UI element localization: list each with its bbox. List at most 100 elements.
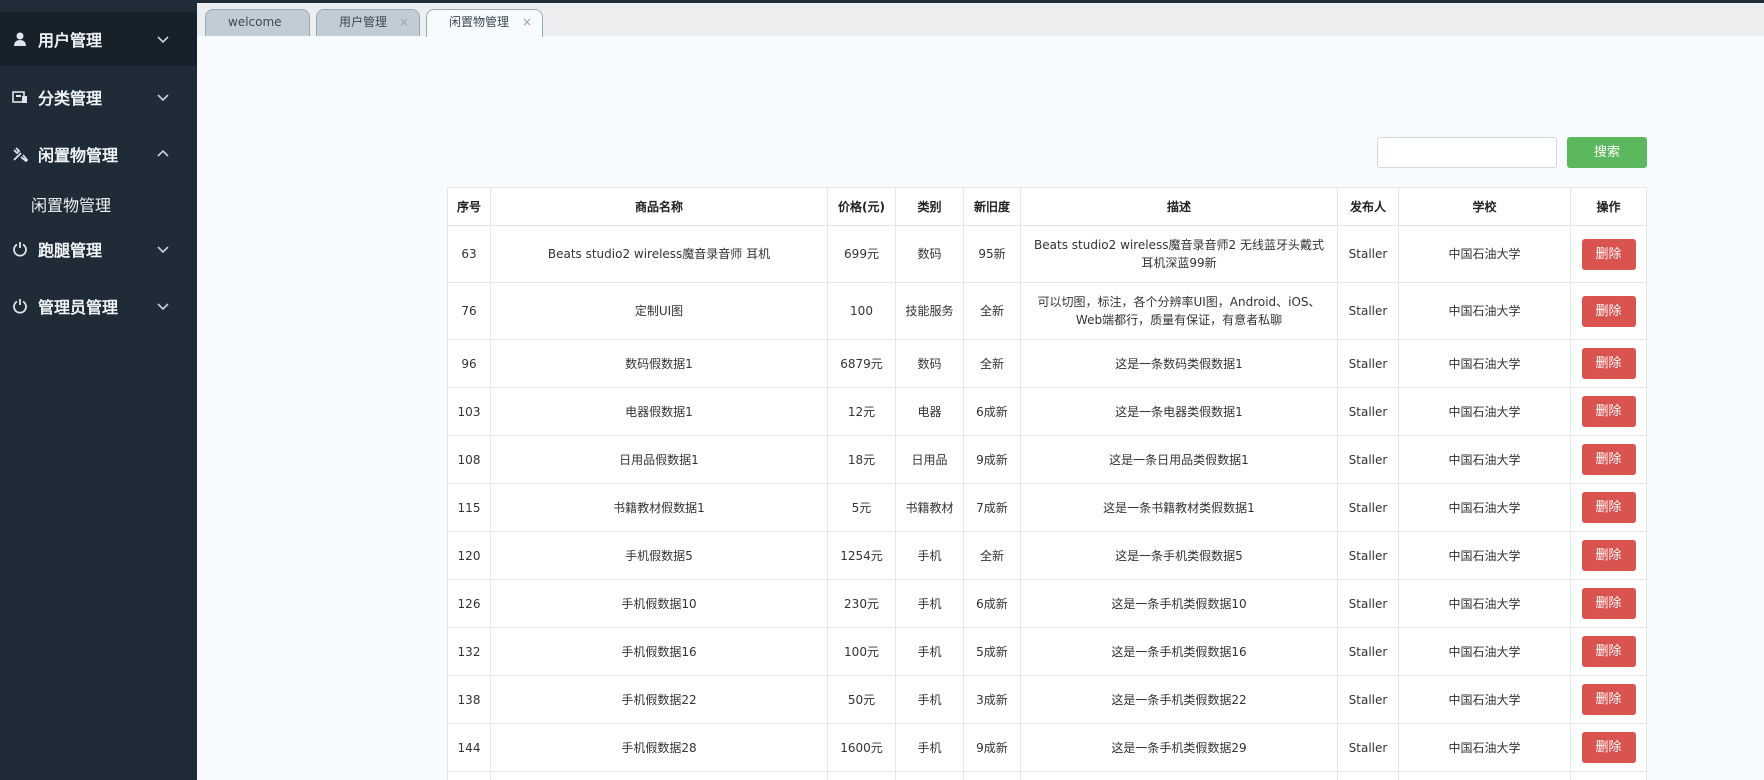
- tab-welcome[interactable]: welcome: [205, 9, 310, 36]
- delete-button[interactable]: 删除: [1581, 396, 1636, 427]
- tab-label: 闲置物管理: [449, 15, 510, 29]
- table-cell: 144: [447, 723, 491, 772]
- close-icon[interactable]: ×: [522, 10, 532, 35]
- tab-idle-item-management[interactable]: 闲置物管理 ×: [426, 9, 543, 37]
- table-cell: Staller: [1337, 435, 1399, 484]
- sidebar: 用户管理 分类管理 闲置物管理 闲置物管理 跑腿管理 管理员管理: [0, 3, 197, 780]
- column-header: 发布人: [1337, 187, 1399, 226]
- sidebar-item-idle-item-management[interactable]: 闲置物管理: [31, 192, 111, 216]
- column-header: 价格(元): [827, 187, 896, 226]
- table-row: [447, 771, 1647, 780]
- table-cell-actions: 删除: [1570, 225, 1647, 283]
- table-cell: 全新: [963, 282, 1021, 340]
- table-header-row: 序号 商品名称 价格(元) 类别 新旧度 描述 发布人 学校 操作: [447, 187, 1647, 226]
- table-cell: 手机假数据28: [490, 723, 828, 772]
- table-cell: 6成新: [963, 387, 1021, 436]
- table-row: 132 手机假数据16 100元 手机 5成新 这是一条手机类假数据16 Staller 中国…: [447, 627, 1647, 676]
- table-cell: Staller: [1337, 339, 1399, 388]
- close-icon[interactable]: ×: [399, 10, 409, 35]
- sidebar-group-idle-item-management[interactable]: 闲置物管理: [0, 127, 197, 181]
- tools-icon: [13, 147, 28, 162]
- tab-user-management[interactable]: 用户管理 ×: [316, 9, 420, 36]
- table-cell: 手机假数据16: [490, 627, 828, 676]
- table-cell: [827, 771, 896, 780]
- table-row: 63 Beats studio2 wireless魔音录音师 耳机 699元 数码 95…: [447, 225, 1647, 283]
- table-cell: 7成新: [963, 483, 1021, 532]
- table-cell: 这是一条日用品类假数据1: [1020, 435, 1338, 484]
- column-header: 学校: [1398, 187, 1571, 226]
- table-cell: 数码: [895, 339, 964, 388]
- sidebar-group-user-management[interactable]: 用户管理: [0, 12, 197, 66]
- tab-label: 用户管理: [339, 15, 388, 29]
- table-cell-actions: 删除: [1570, 387, 1647, 436]
- sidebar-group-errand-management[interactable]: 跑腿管理: [0, 222, 197, 276]
- table-cell: 手机: [895, 675, 964, 724]
- table-cell: 96: [447, 339, 491, 388]
- table-cell: 76: [447, 282, 491, 340]
- delete-button[interactable]: 删除: [1581, 732, 1636, 763]
- sidebar-group-admin-management[interactable]: 管理员管理: [0, 279, 197, 333]
- chevron-down-icon: [157, 36, 169, 44]
- delete-button[interactable]: 删除: [1581, 588, 1636, 619]
- table-cell: [963, 771, 1021, 780]
- column-header: 类别: [895, 187, 964, 226]
- delete-button[interactable]: 删除: [1581, 492, 1636, 523]
- table-cell: 日用品假数据1: [490, 435, 828, 484]
- column-header: 描述: [1020, 187, 1338, 226]
- table-cell: Staller: [1337, 723, 1399, 772]
- table-cell: [490, 771, 828, 780]
- delete-button[interactable]: 删除: [1581, 636, 1636, 667]
- table-cell: 138: [447, 675, 491, 724]
- table-cell: 手机假数据10: [490, 579, 828, 628]
- table-cell: 18元: [827, 435, 896, 484]
- table-cell: 这是一条手机类假数据29: [1020, 723, 1338, 772]
- table-cell: 6成新: [963, 579, 1021, 628]
- table-cell: 这是一条手机类假数据22: [1020, 675, 1338, 724]
- delete-button[interactable]: 删除: [1581, 295, 1636, 327]
- table-cell: 699元: [827, 225, 896, 283]
- table-row: 76 定制UI图 100 技能服务 全新 可以切图，标注，各个分辨率UI图，Android…: [447, 282, 1647, 340]
- table-cell: 100: [827, 282, 896, 340]
- table-cell: 中国石油大学: [1398, 723, 1571, 772]
- table-cell: Beats studio2 wireless魔音录音师 耳机: [490, 225, 828, 283]
- sidebar-group-label: 闲置物管理: [38, 146, 119, 165]
- table-cell: 3成新: [963, 675, 1021, 724]
- table-cell: 数码: [895, 225, 964, 283]
- search-input[interactable]: [1377, 137, 1557, 168]
- delete-button[interactable]: 删除: [1581, 684, 1636, 715]
- sidebar-group-category-management[interactable]: 分类管理: [0, 70, 197, 124]
- table-cell-actions: 删除: [1570, 579, 1647, 628]
- column-header: 新旧度: [963, 187, 1021, 226]
- table-cell: Beats studio2 wireless魔音录音师2 无线蓝牙头戴式耳机深蓝…: [1020, 225, 1338, 283]
- table-cell: 这是一条手机类假数据10: [1020, 579, 1338, 628]
- column-header: 序号: [447, 187, 491, 226]
- category-icon: [12, 91, 27, 103]
- table-cell: 可以切图，标注，各个分辨率UI图，Android、iOS、Web端都行，质量有保…: [1020, 282, 1338, 340]
- delete-button[interactable]: 删除: [1581, 348, 1636, 379]
- delete-button[interactable]: 删除: [1581, 444, 1636, 475]
- delete-button[interactable]: 删除: [1581, 238, 1636, 270]
- table-cell: 132: [447, 627, 491, 676]
- table-cell: 中国石油大学: [1398, 387, 1571, 436]
- table-cell: 技能服务: [895, 282, 964, 340]
- table-cell: [895, 771, 964, 780]
- delete-button[interactable]: 删除: [1581, 540, 1636, 571]
- table-cell: 中国石油大学: [1398, 282, 1571, 340]
- table-cell: 书籍教材: [895, 483, 964, 532]
- table-cell-actions: 删除: [1570, 483, 1647, 532]
- power-icon: [13, 299, 27, 314]
- table-cell: 这是一条手机类假数据5: [1020, 531, 1338, 580]
- search-button[interactable]: 搜索: [1567, 137, 1647, 168]
- table-cell: Staller: [1337, 531, 1399, 580]
- table-cell: 100元: [827, 627, 896, 676]
- table-cell: 这是一条书籍教材类假数据1: [1020, 483, 1338, 532]
- table-cell: [447, 771, 491, 780]
- table-cell: 6879元: [827, 339, 896, 388]
- table-cell: 63: [447, 225, 491, 283]
- table-cell: 电器假数据1: [490, 387, 828, 436]
- table-cell: 108: [447, 435, 491, 484]
- sidebar-group-label: 分类管理: [38, 89, 103, 108]
- table-cell-actions: [1570, 771, 1647, 780]
- table-cell-actions: 删除: [1570, 675, 1647, 724]
- table-cell: 手机: [895, 627, 964, 676]
